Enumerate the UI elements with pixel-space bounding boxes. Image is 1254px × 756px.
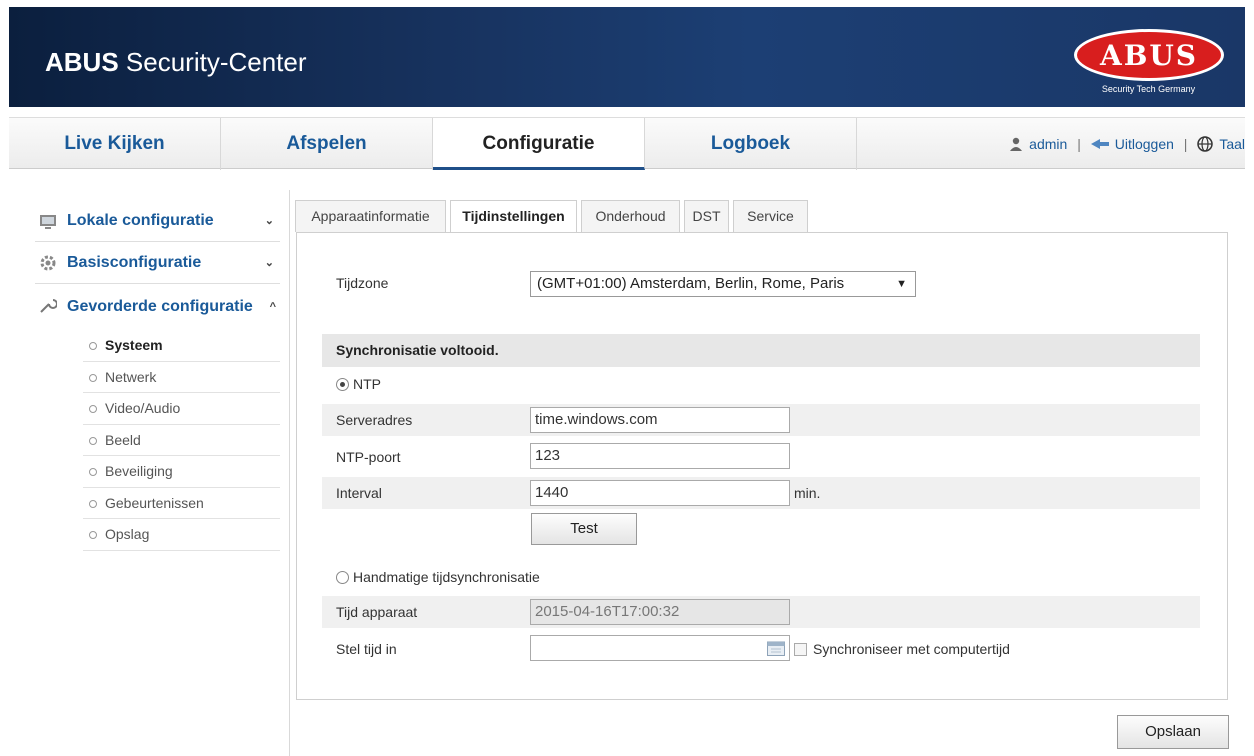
device-time-label: Tijd apparaat	[336, 604, 418, 620]
interval-label: Interval	[336, 485, 382, 501]
sidebar-item-beveiliging[interactable]: Beveiliging	[83, 456, 280, 488]
set-time-input[interactable]	[530, 635, 790, 661]
nav-separator: |	[1077, 136, 1081, 152]
abus-logo: ABUS Security Tech Germany	[1066, 29, 1231, 99]
ntp-port-input[interactable]: 123	[530, 443, 790, 469]
sidebar-item-netwerk[interactable]: Netwerk	[83, 362, 280, 393]
timezone-select[interactable]: (GMT+01:00) Amsterdam, Berlin, Rome, Par…	[530, 271, 916, 297]
manual-sync-radio[interactable]	[336, 571, 349, 584]
device-time-field: 2015-04-16T17:00:32	[530, 599, 790, 625]
sync-computer-time-option[interactable]: Synchroniseer met computertijd	[794, 641, 1010, 657]
sidebar-section-basisconfiguratie[interactable]: Basisconfiguratie ⌄	[35, 242, 280, 284]
user-bar: admin | Uitloggen | Taal	[1009, 118, 1245, 170]
user-link[interactable]: admin	[1009, 136, 1071, 152]
sync-computer-time-checkbox[interactable]	[794, 643, 807, 656]
save-button[interactable]: Opslaan	[1117, 715, 1229, 749]
test-button[interactable]: Test	[531, 513, 637, 545]
sidebar: Lokale configuratie ⌄ Basisconfiguratie …	[35, 200, 280, 551]
wrench-icon	[40, 299, 57, 313]
interval-unit: min.	[794, 485, 821, 501]
sidebar-submenu: Systeem Netwerk Video/Audio Beeld Beveil…	[83, 330, 280, 551]
sidebar-section-gevorderde-configuratie[interactable]: Gevorderde configuratie ^	[35, 284, 280, 330]
logo-wordmark: ABUS	[1074, 29, 1224, 81]
bullet-icon	[89, 499, 97, 508]
tab-tijdinstellingen[interactable]: Tijdinstellingen	[450, 200, 577, 233]
tab-apparaatinformatie[interactable]: Apparaatinformatie	[295, 200, 446, 232]
sidebar-item-systeem[interactable]: Systeem	[83, 330, 280, 362]
sidebar-item-gebeurtenissen[interactable]: Gebeurtenissen	[83, 488, 280, 519]
globe-icon	[1197, 136, 1214, 152]
app-title: ABUS Security-Center	[45, 47, 307, 77]
ntp-radio[interactable]	[336, 378, 349, 391]
tab-service[interactable]: Service	[733, 200, 808, 232]
logout-icon	[1090, 139, 1109, 149]
bullet-icon	[89, 531, 97, 539]
tab-afspelen[interactable]: Afspelen	[221, 118, 433, 170]
bullet-icon	[89, 405, 97, 413]
user-icon	[1010, 137, 1023, 151]
sidebar-divider	[289, 190, 290, 756]
logout-link[interactable]: Uitloggen	[1090, 136, 1178, 152]
bullet-icon	[89, 436, 97, 445]
ntp-port-label: NTP-poort	[336, 449, 401, 465]
tab-logboek[interactable]: Logboek	[645, 118, 857, 170]
gear-icon	[40, 255, 56, 271]
tab-configuratie[interactable]: Configuratie	[433, 118, 645, 170]
chevron-down-icon: ⌄	[264, 257, 274, 269]
app-header: ABUS Security-Center ABUS Security Tech …	[9, 7, 1245, 107]
logo-tagline: Security Tech Germany	[1101, 84, 1196, 94]
interval-input[interactable]: 1440	[530, 480, 790, 506]
sidebar-item-opslag[interactable]: Opslag	[83, 519, 280, 551]
sidebar-item-video-audio[interactable]: Video/Audio	[83, 393, 280, 425]
bullet-icon	[89, 373, 97, 382]
server-label: Serveradres	[336, 412, 413, 428]
chevron-up-icon: ^	[269, 301, 276, 313]
tab-dst[interactable]: DST	[684, 200, 729, 232]
sidebar-section-lokale-configuratie[interactable]: Lokale configuratie ⌄	[35, 200, 280, 242]
set-time-label: Stel tijd in	[336, 641, 397, 657]
chevron-down-icon: ⌄	[264, 215, 274, 227]
local-config-icon	[40, 215, 56, 229]
ntp-radio-option[interactable]: NTP	[336, 376, 381, 392]
bullet-icon	[89, 342, 97, 350]
tab-live-kijken[interactable]: Live Kijken	[9, 118, 221, 170]
manual-sync-radio-option[interactable]: Handmatige tijdsynchronisatie	[336, 569, 540, 585]
sync-status-header: Synchronisatie voltooid.	[322, 334, 1200, 367]
main-nav: Live Kijken Afspelen Configuratie Logboe…	[9, 117, 1245, 170]
language-link[interactable]: Taal	[1197, 136, 1245, 152]
timezone-label: Tijdzone	[336, 275, 389, 291]
nav-separator: |	[1183, 136, 1188, 152]
calendar-icon[interactable]	[767, 640, 785, 656]
tab-onderhoud[interactable]: Onderhoud	[581, 200, 680, 232]
sidebar-item-beeld[interactable]: Beeld	[83, 425, 280, 456]
server-address-input[interactable]: time.windows.com	[530, 407, 790, 433]
bullet-icon	[89, 468, 97, 476]
dropdown-arrow-icon: ▼	[896, 278, 907, 290]
